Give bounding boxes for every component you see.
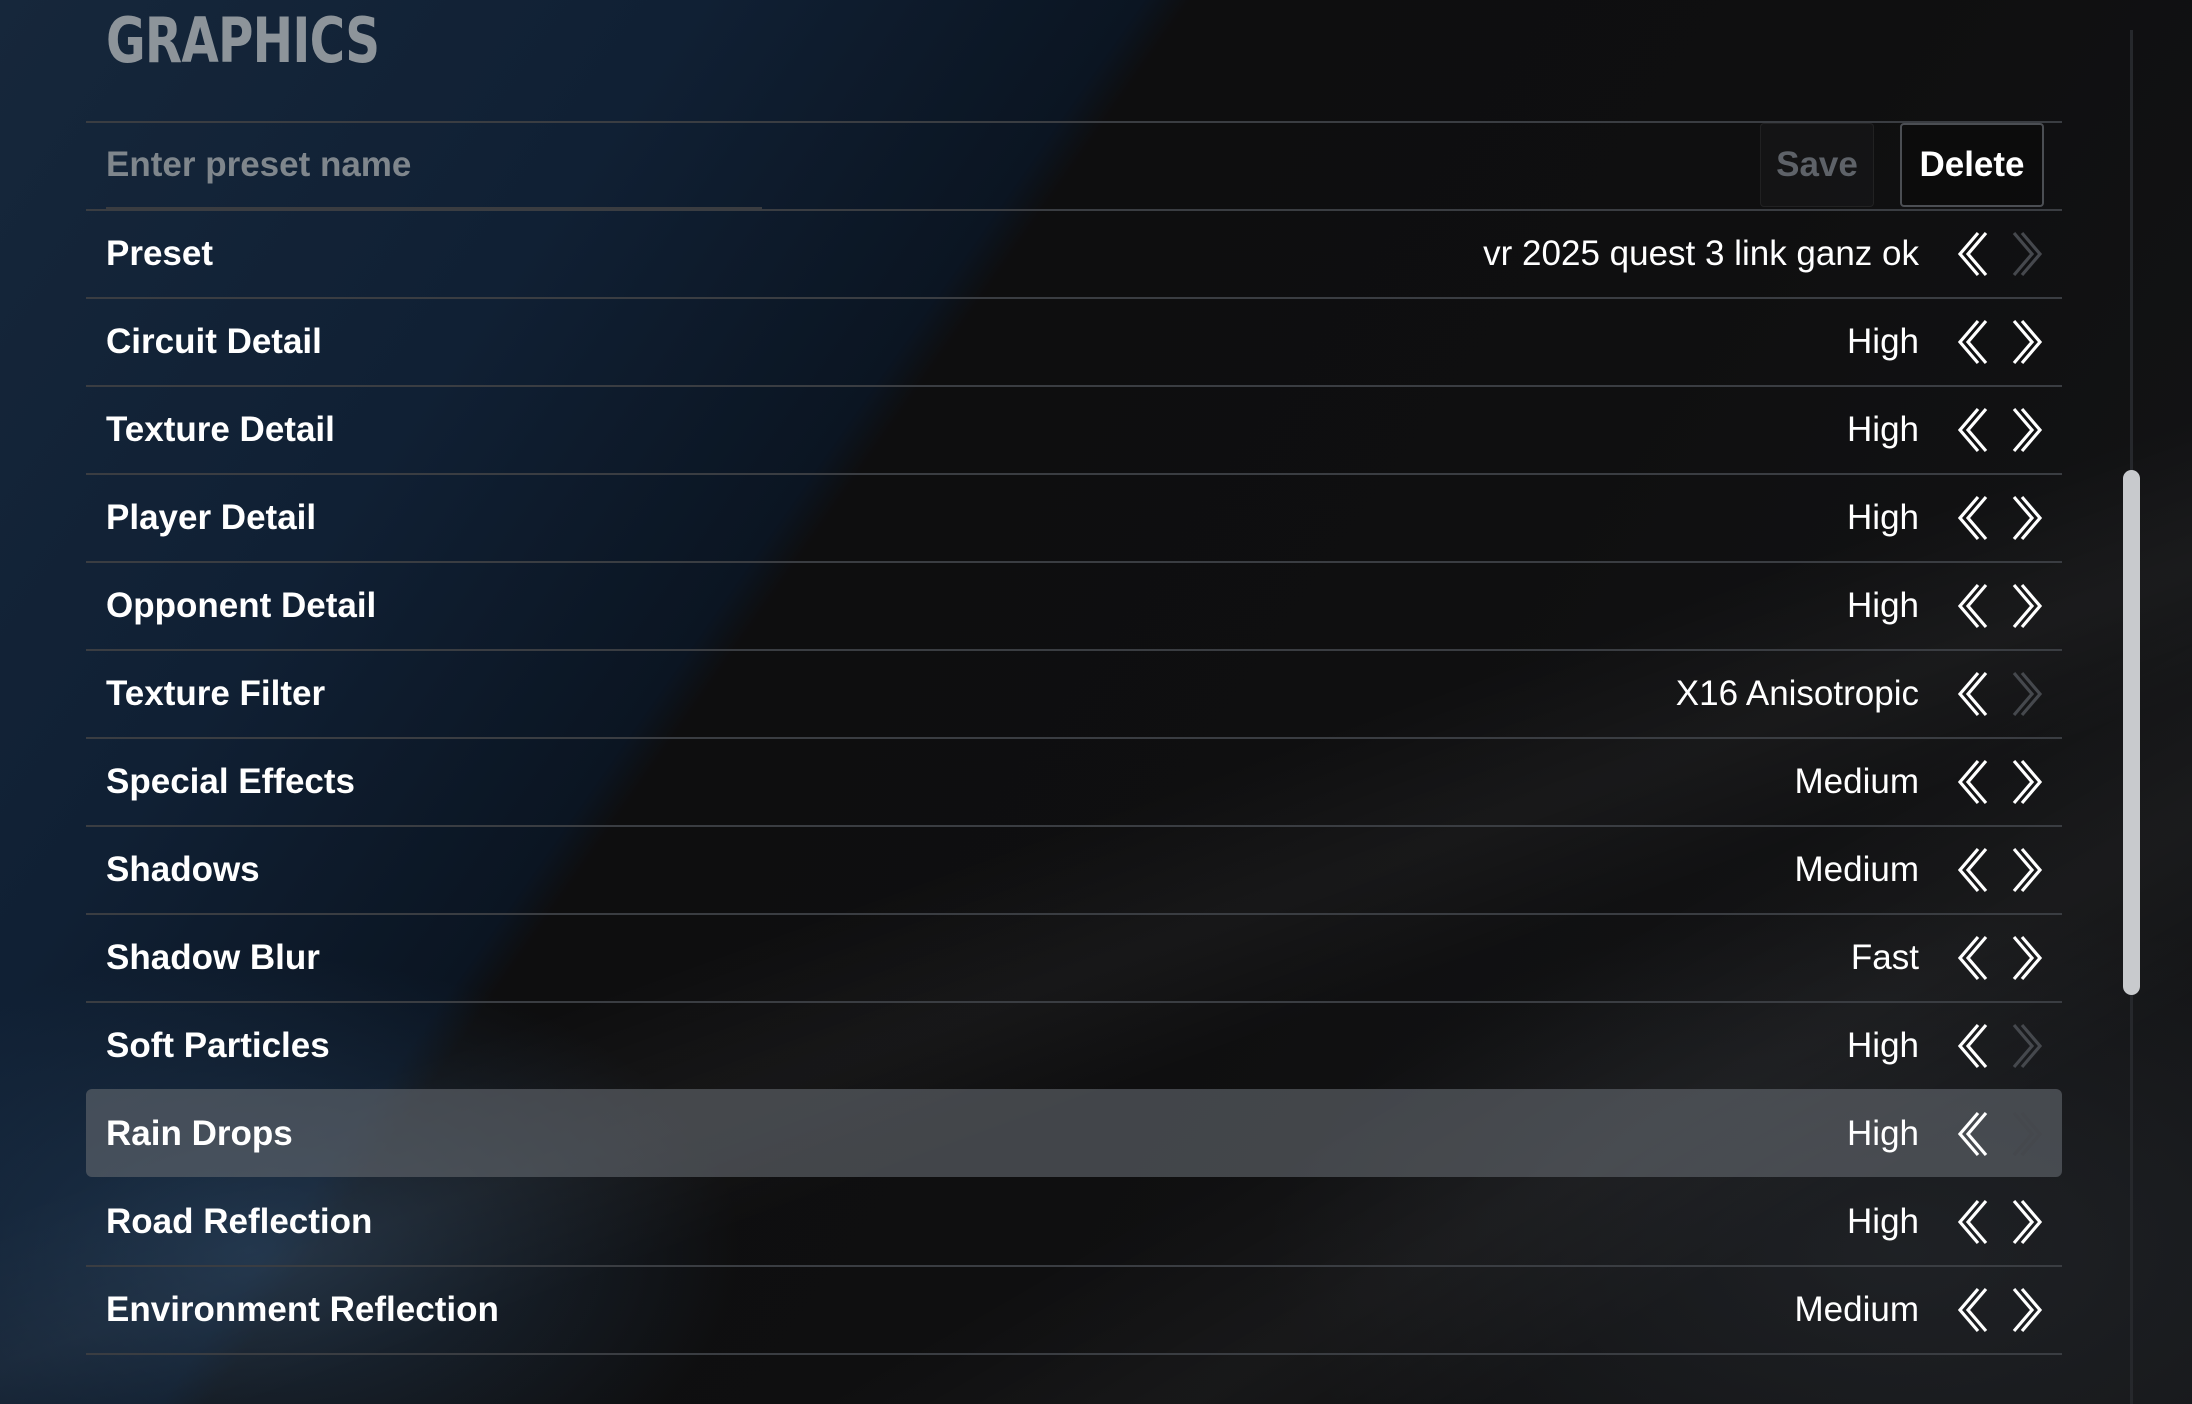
chevron-right-icon[interactable] [2010, 1020, 2050, 1072]
setting-row-soft-particles[interactable]: Soft Particles High [86, 1001, 2062, 1089]
setting-value: vr 2025 quest 3 link ganz ok [1483, 234, 1919, 273]
chevron-left-icon[interactable] [1950, 1108, 1990, 1160]
chevron-left-icon[interactable] [1950, 228, 1990, 280]
setting-label: Environment Reflection [106, 1290, 499, 1329]
setting-row-player-detail[interactable]: Player Detail High [86, 473, 2062, 561]
chevron-left-icon[interactable] [1950, 932, 1990, 984]
preset-name-input[interactable] [106, 123, 762, 210]
section-title: GRAPHICS [106, 6, 380, 76]
chevron-left-icon[interactable] [1950, 844, 1990, 896]
setting-label: Road Reflection [106, 1202, 373, 1241]
chevron-left-icon[interactable] [1950, 316, 1990, 368]
setting-value: High [1847, 498, 1919, 537]
chevron-left-icon[interactable] [1950, 668, 1990, 720]
scrollbar-thumb[interactable] [2123, 470, 2140, 995]
chevron-right-icon[interactable] [2010, 580, 2050, 632]
setting-row-environment-reflection[interactable]: Environment Reflection Medium [86, 1265, 2062, 1355]
setting-row-rain-drops[interactable]: Rain Drops High [86, 1089, 2062, 1177]
setting-value: High [1847, 1202, 1919, 1241]
setting-label: Preset [106, 234, 214, 273]
chevron-right-icon[interactable] [2010, 1108, 2050, 1160]
setting-label: Texture Filter [106, 674, 326, 713]
setting-row-special-effects[interactable]: Special Effects Medium [86, 737, 2062, 825]
chevron-left-icon[interactable] [1950, 1284, 1990, 1336]
setting-value: Medium [1794, 850, 1919, 889]
setting-value: High [1847, 322, 1919, 361]
delete-button[interactable]: Delete [1900, 123, 2044, 207]
chevron-right-icon[interactable] [2010, 228, 2050, 280]
chevron-left-icon[interactable] [1950, 492, 1990, 544]
setting-value: High [1847, 1026, 1919, 1065]
setting-value: X16 Anisotropic [1675, 674, 1919, 713]
chevron-left-icon[interactable] [1950, 404, 1990, 456]
setting-row-opponent-detail[interactable]: Opponent Detail High [86, 561, 2062, 649]
setting-label: Shadow Blur [106, 938, 320, 977]
chevron-left-icon[interactable] [1950, 1020, 1990, 1072]
setting-label: Shadows [106, 850, 260, 889]
setting-label: Opponent Detail [106, 586, 377, 625]
chevron-right-icon[interactable] [2010, 1284, 2050, 1336]
setting-value: Medium [1794, 762, 1919, 801]
setting-label: Rain Drops [106, 1114, 293, 1153]
setting-label: Soft Particles [106, 1026, 330, 1065]
setting-row-texture-detail[interactable]: Texture Detail High [86, 385, 2062, 473]
chevron-right-icon[interactable] [2010, 668, 2050, 720]
setting-label: Circuit Detail [106, 322, 322, 361]
setting-value: High [1847, 410, 1919, 449]
chevron-left-icon[interactable] [1950, 580, 1990, 632]
preset-bar: Save Delete [86, 123, 2062, 210]
chevron-left-icon[interactable] [1950, 1196, 1990, 1248]
setting-row-preset[interactable]: Preset vr 2025 quest 3 link ganz ok [86, 209, 2062, 297]
setting-row-shadow-blur[interactable]: Shadow Blur Fast [86, 913, 2062, 1001]
setting-row-texture-filter[interactable]: Texture Filter X16 Anisotropic [86, 649, 2062, 737]
setting-value: High [1847, 1114, 1919, 1153]
setting-row-circuit-detail[interactable]: Circuit Detail High [86, 297, 2062, 385]
save-button[interactable]: Save [1760, 123, 1874, 207]
setting-row-shadows[interactable]: Shadows Medium [86, 825, 2062, 913]
chevron-right-icon[interactable] [2010, 932, 2050, 984]
setting-label: Texture Detail [106, 410, 335, 449]
setting-row-road-reflection[interactable]: Road Reflection High [86, 1177, 2062, 1265]
setting-value: Fast [1850, 938, 1919, 977]
setting-value: Medium [1794, 1290, 1919, 1329]
chevron-right-icon[interactable] [2010, 756, 2050, 808]
chevron-right-icon[interactable] [2010, 404, 2050, 456]
setting-value: High [1847, 586, 1919, 625]
setting-label: Player Detail [106, 498, 317, 537]
chevron-right-icon[interactable] [2010, 1196, 2050, 1248]
chevron-left-icon[interactable] [1950, 756, 1990, 808]
chevron-right-icon[interactable] [2010, 316, 2050, 368]
chevron-right-icon[interactable] [2010, 844, 2050, 896]
chevron-right-icon[interactable] [2010, 492, 2050, 544]
settings-list: Preset vr 2025 quest 3 link ganz ok Circui… [86, 209, 2062, 1355]
setting-label: Special Effects [106, 762, 355, 801]
